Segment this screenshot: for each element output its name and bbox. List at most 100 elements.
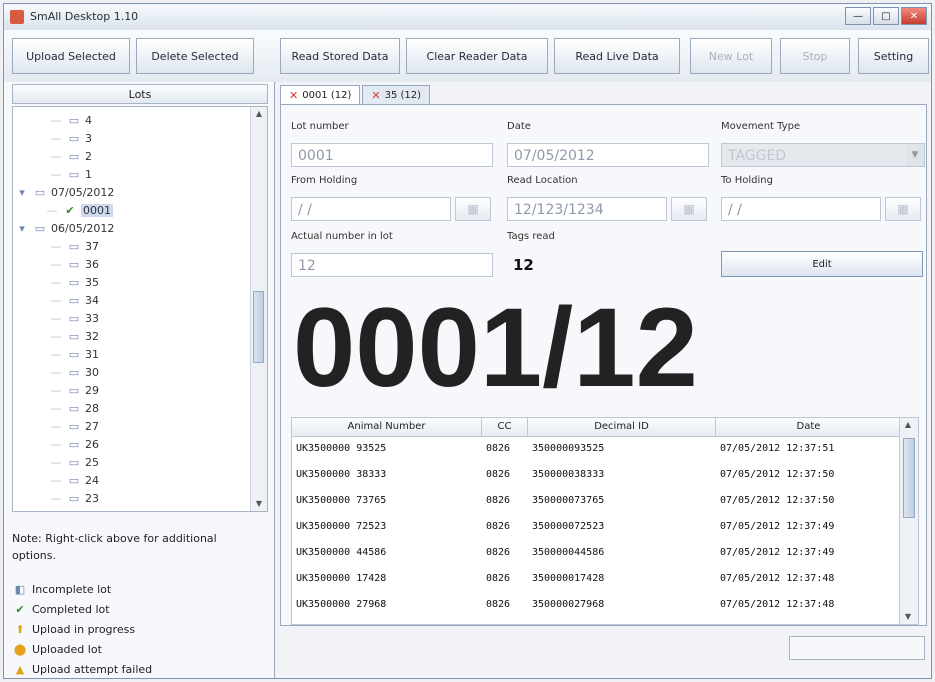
edit-button[interactable]: Edit — [721, 251, 923, 277]
chevron-down-icon[interactable]: ▼ — [906, 144, 924, 166]
column-header-animal-number[interactable]: Animal Number — [292, 418, 482, 436]
tree-item[interactable]: — ▭ 30 — [13, 363, 251, 381]
branch-line-icon: — — [50, 113, 62, 127]
close-icon[interactable]: ✕ — [371, 89, 380, 102]
tree-item[interactable]: — ▭ 32 — [13, 327, 251, 345]
table-row[interactable]: UK3500000 38333 0826 350000038333 07/05/201… — [292, 464, 900, 490]
tree-item[interactable]: ▾ ▭ 07/05/2012 — [13, 183, 251, 201]
table-scrollbar[interactable]: ▲ ▼ — [899, 418, 918, 624]
table-row[interactable]: UK3500000 17428 0826 350000017428 07/05/201… — [292, 568, 900, 594]
table-cell: 350000072523 — [532, 521, 605, 532]
maximize-button[interactable]: □ — [873, 7, 899, 25]
from-holding-lookup-button[interactable]: ▦ — [455, 197, 491, 221]
tree-item[interactable]: — ▭ 31 — [13, 345, 251, 363]
actual-number-label: Actual number in lot — [291, 231, 393, 242]
read-location-lookup-button[interactable]: ▦ — [671, 197, 707, 221]
lots-tree[interactable]: — ▭ 4— ▭ 3— ▭ 2— ▭ 1 ▾ ▭ 07/05/2012— ✔ 0001 ▾ ▭ 06/05/20… — [12, 106, 268, 512]
tree-item[interactable]: ▾ ▭ 06/05/2012 — [13, 219, 251, 237]
date-field[interactable]: 07/05/2012 — [507, 143, 709, 167]
tree-item[interactable]: — ▭ 24 — [13, 471, 251, 489]
expand-toggle-icon[interactable]: ▾ — [13, 222, 31, 235]
tree-item[interactable]: — ▭ 26 — [13, 435, 251, 453]
table-cell: UK3500000 27968 — [296, 599, 387, 610]
lot-number-field[interactable]: 0001 — [291, 143, 493, 167]
tree-item[interactable]: — ▭ 36 — [13, 255, 251, 273]
table-cell: 0826 — [486, 469, 511, 480]
tree-item[interactable]: — ▭ 34 — [13, 291, 251, 309]
table-row[interactable]: UK3500000 44586 0826 350000044586 07/05/201… — [292, 542, 900, 568]
minimize-button[interactable]: — — [845, 7, 871, 25]
table-row[interactable]: UK3500000 72523 0826 350000072523 07/05/201… — [292, 516, 900, 542]
stop-button[interactable]: Stop — [780, 38, 850, 74]
read-stored-data-button[interactable]: Read Stored Data — [280, 38, 400, 74]
scroll-up-arrow-icon[interactable]: ▲ — [900, 418, 916, 432]
tree-item[interactable]: — ▭ 23 — [13, 489, 251, 507]
branch-line-icon: — — [50, 437, 62, 451]
branch-line-icon: — — [50, 365, 62, 379]
tree-item[interactable]: — ▭ 37 — [13, 237, 251, 255]
scroll-down-arrow-icon[interactable]: ▼ — [251, 497, 267, 511]
document-icon: ▭ — [68, 383, 80, 397]
actual-number-field[interactable]: 12 — [291, 253, 493, 277]
scroll-thumb[interactable] — [903, 438, 915, 518]
column-header-cc[interactable]: CC — [482, 418, 528, 436]
scroll-down-arrow-icon[interactable]: ▼ — [900, 610, 916, 624]
column-header-date[interactable]: Date — [716, 418, 902, 436]
branch-line-icon: — — [50, 275, 62, 289]
tree-item[interactable]: — ▭ 2 — [13, 147, 251, 165]
tree-item[interactable]: — ▭ 29 — [13, 381, 251, 399]
read-location-field[interactable]: 12/123/1234 — [507, 197, 667, 221]
table-cell: 07/05/2012 12:37:50 — [720, 469, 835, 480]
branch-line-icon: — — [50, 491, 62, 505]
expand-toggle-icon[interactable]: ▾ — [13, 186, 31, 199]
settings-button[interactable]: Setting — [858, 38, 929, 74]
tab-35[interactable]: ✕ 35 (12) — [362, 85, 431, 104]
table-row[interactable]: UK3500000 27968 0826 350000027968 07/05/201… — [292, 594, 900, 620]
tree-item[interactable]: — ✔ 0001 — [13, 201, 251, 219]
tree-item[interactable]: — ▭ 3 — [13, 129, 251, 147]
read-live-data-button[interactable]: Read Live Data — [554, 38, 680, 74]
column-header-decimal-id[interactable]: Decimal ID — [528, 418, 716, 436]
tree-item[interactable]: — ▭ 1 — [13, 165, 251, 183]
movement-type-value: TAGGED — [728, 148, 787, 164]
tree-item[interactable]: — ▭ 28 — [13, 399, 251, 417]
app-icon — [10, 10, 24, 24]
legend-uploaded: ⬤ Uploaded lot — [12, 640, 102, 658]
tree-item[interactable]: — ▭ 33 — [13, 309, 251, 327]
tree-item[interactable]: — ▭ 27 — [13, 417, 251, 435]
tree-item-label: 35 — [85, 275, 99, 289]
delete-selected-button[interactable]: Delete Selected — [136, 38, 254, 74]
scroll-up-arrow-icon[interactable]: ▲ — [251, 107, 267, 121]
date-label: Date — [507, 121, 531, 132]
tree-item[interactable]: — ▭ 25 — [13, 453, 251, 471]
to-holding-field[interactable]: / / — [721, 197, 881, 221]
document-icon: ▭ — [68, 347, 80, 361]
lots-header[interactable]: Lots — [12, 84, 268, 104]
lot-number-label: Lot number — [291, 121, 349, 132]
table-cell: 07/05/2012 12:37:48 — [720, 599, 835, 610]
document-icon: ▭ — [68, 257, 80, 271]
tree-scrollbar[interactable]: ▲ ▼ — [250, 107, 267, 511]
tree-item[interactable]: — ▭ 35 — [13, 273, 251, 291]
branch-line-icon: — — [50, 131, 62, 145]
scroll-thumb[interactable] — [253, 291, 264, 363]
tree-item-label: 37 — [85, 239, 99, 253]
table-row[interactable]: UK3500000 93525 0826 350000093525 07/05/201… — [292, 438, 900, 464]
to-holding-label: To Holding — [721, 175, 773, 186]
clear-reader-data-button[interactable]: Clear Reader Data — [406, 38, 548, 74]
new-lot-button[interactable]: New Lot — [690, 38, 772, 74]
to-holding-lookup-button[interactable]: ▦ — [885, 197, 921, 221]
title-bar: SmAll Desktop 1.10 — □ ✕ — [4, 4, 931, 31]
movement-type-select[interactable]: TAGGED ▼ — [721, 143, 925, 167]
table-row[interactable]: UK3500000 73765 0826 350000073765 07/05/201… — [292, 490, 900, 516]
close-icon[interactable]: ✕ — [289, 89, 298, 102]
upload-selected-button[interactable]: Upload Selected — [12, 38, 130, 74]
close-button[interactable]: ✕ — [901, 7, 927, 25]
tree-item[interactable]: — ▭ 4 — [13, 111, 251, 129]
document-icon: ▭ — [68, 491, 80, 505]
table-row[interactable]: UK3500000 18324082635000001832407/05/201… — [292, 620, 900, 624]
branch-line-icon: — — [50, 311, 62, 325]
from-holding-field[interactable]: / / — [291, 197, 451, 221]
tree-item-label: 33 — [85, 311, 99, 325]
tab-0001[interactable]: ✕ 0001 (12) — [280, 85, 361, 104]
